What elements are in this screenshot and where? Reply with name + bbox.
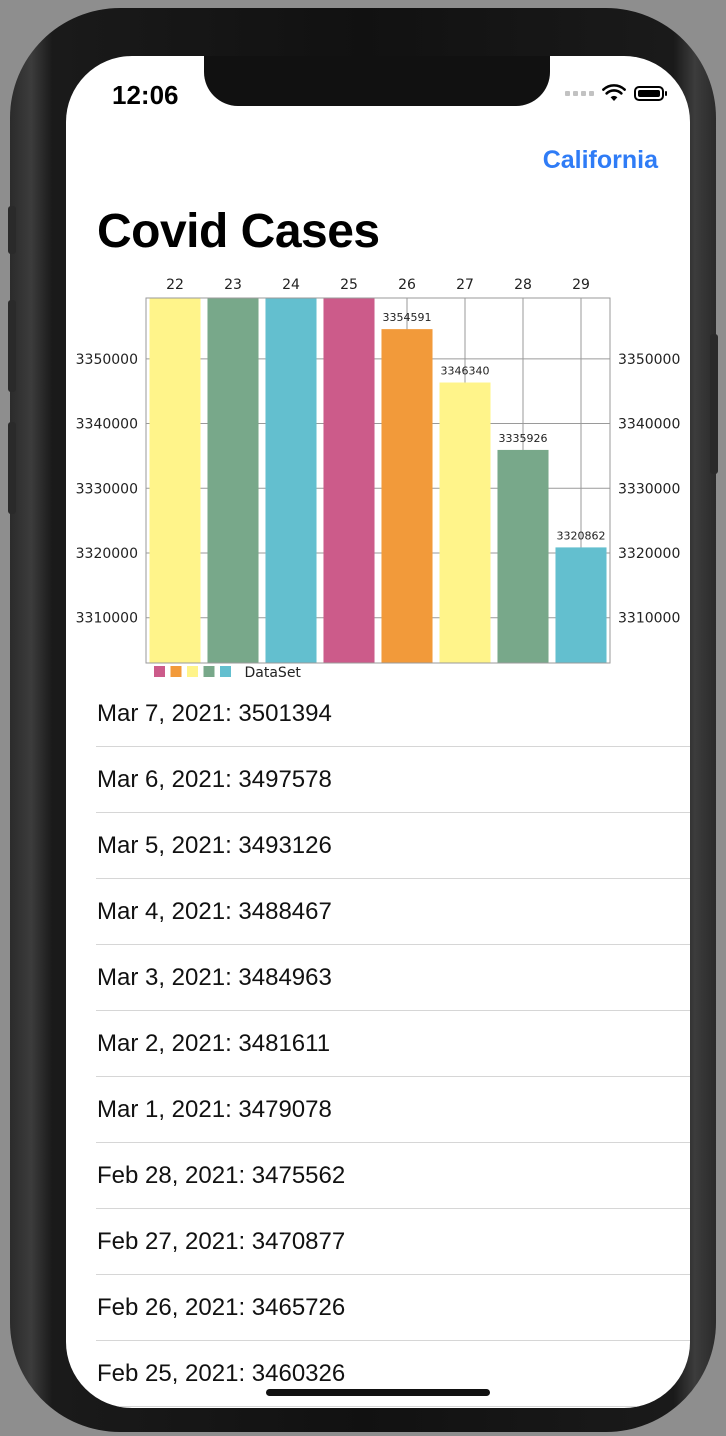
list-item-label: Mar 3, 2021: 3484963 [97,963,332,991]
list-item[interactable]: Feb 28, 2021: 3475562 [96,1143,690,1209]
list-item[interactable]: Mar 6, 2021: 3497578 [96,747,690,813]
bar [323,298,375,663]
bar-value-label: 3335926 [499,432,548,445]
legend-swatch [170,666,182,677]
list-item[interactable]: Feb 26, 2021: 3465726 [96,1275,690,1341]
x-tick-label: 28 [514,277,532,293]
list-item-label: Feb 28, 2021: 3475562 [97,1161,346,1189]
bar [207,298,259,663]
x-tick-label: 23 [224,277,242,293]
list-item-label: Mar 7, 2021: 3501394 [97,699,332,727]
bar-value-label: 3320862 [557,529,606,542]
y-tick-label-right: 3340000 [618,417,680,433]
state-selector-button[interactable]: California [543,146,658,175]
screen: 12:06 California Covid Cases 3310000 3310… [66,56,690,1408]
legend-swatch [187,666,198,677]
list-item[interactable]: Mar 5, 2021: 3493126 [96,813,690,879]
bar [497,449,549,663]
list-item[interactable]: Feb 25, 2021: 3460326 [96,1341,690,1407]
x-tick-label: 25 [340,277,358,293]
bar [265,298,317,663]
x-tick-label: 29 [572,277,590,293]
y-tick-label-right: 3350000 [618,352,680,368]
wifi-icon [602,84,626,101]
page-title: Covid Cases [97,205,380,258]
x-tick-label: 26 [398,277,416,293]
legend-swatch [154,666,165,677]
y-tick-label-left: 3330000 [76,481,138,497]
y-tick-label-left: 3310000 [76,611,138,627]
bar [149,298,201,663]
bar-value-label: 3346340 [441,365,490,378]
list-item-label: Mar 1, 2021: 3479078 [97,1095,332,1123]
mute-switch [8,206,16,254]
list-item[interactable]: Mar 4, 2021: 3488467 [96,879,690,945]
x-tick-label: 27 [456,277,474,293]
bar [555,547,607,663]
list-item-label: Feb 27, 2021: 3470877 [97,1227,346,1255]
phone-frame: 12:06 California Covid Cases 3310000 3310… [8,8,718,1432]
y-tick-label-left: 3320000 [76,546,138,562]
cases-list: Mar 7, 2021: 3501394 Mar 6, 2021: 3497578… [96,681,690,1407]
list-item-label: Feb 25, 2021: 3460326 [97,1359,346,1387]
volume-down-button [8,422,16,514]
status-time: 12:06 [112,80,179,110]
y-tick-label-left: 3340000 [76,417,138,433]
home-indicator[interactable] [266,1389,490,1396]
list-item-label: Mar 6, 2021: 3497578 [97,765,332,793]
list-item[interactable]: Mar 7, 2021: 3501394 [96,681,690,747]
list-item-label: Mar 2, 2021: 3481611 [97,1029,331,1057]
volume-up-button [8,300,16,392]
y-tick-label-right: 3310000 [618,611,680,627]
y-tick-label-right: 3320000 [618,546,680,562]
legend-swatch [203,666,215,677]
cellular-signal-icon [565,90,594,96]
y-tick-label-right: 3330000 [618,481,680,497]
bar-chart: 3310000 3310000 3320000 3320000 3330000 33300… [76,277,681,681]
legend-swatch [220,666,231,677]
cases-chart: 3310000 3310000 3320000 3320000 3330000 33300… [66,264,690,684]
list-item[interactable]: Mar 2, 2021: 3481611 [96,1011,690,1077]
battery-icon [634,85,667,101]
power-button [710,334,718,474]
status-indicators [565,84,667,102]
list-item[interactable]: Feb 27, 2021: 3470877 [96,1209,690,1275]
list-item-label: Feb 26, 2021: 3465726 [97,1293,346,1321]
notch [204,56,550,106]
list-item-label: Mar 5, 2021: 3493126 [97,831,332,859]
bar [439,382,491,663]
x-tick-label: 24 [282,277,300,293]
list-item[interactable]: Mar 3, 2021: 3484963 [96,945,690,1011]
bar-value-label: 3354591 [383,311,432,324]
bar [381,329,433,663]
legend-label: DataSet [245,665,302,681]
list-item-label: Mar 4, 2021: 3488467 [97,897,332,925]
y-tick-label-left: 3350000 [76,352,138,368]
x-tick-label: 22 [166,277,184,293]
list-item[interactable]: Mar 1, 2021: 3479078 [96,1077,690,1143]
